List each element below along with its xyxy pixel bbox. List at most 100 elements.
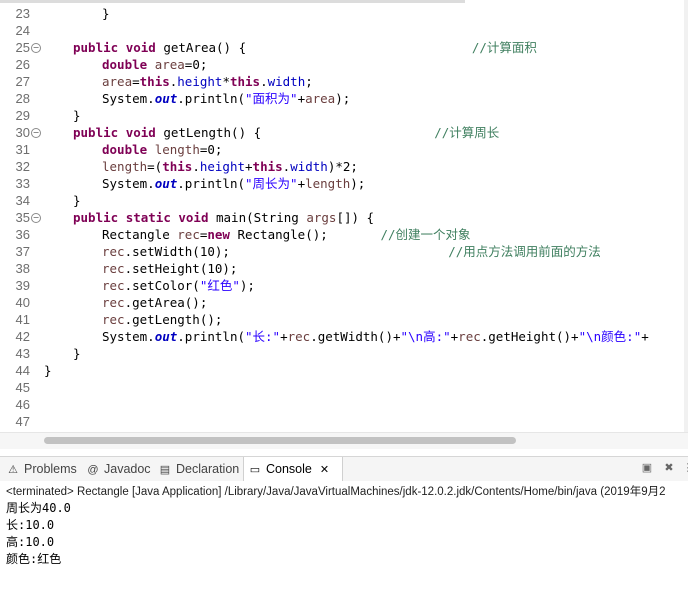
code-line[interactable]: 31 double length=0; xyxy=(0,141,688,158)
code-line[interactable]: 25− public void getArea() { //计算面积 xyxy=(0,39,688,56)
tab-label: Problems xyxy=(24,462,77,476)
vertical-scrollbar[interactable] xyxy=(684,0,688,432)
code-token: length xyxy=(154,142,200,157)
code-text: rec.setColor("红色"); xyxy=(102,277,255,294)
code-text: } xyxy=(44,362,52,379)
code-token: + xyxy=(297,91,306,106)
code-text: } xyxy=(73,107,81,124)
code-line[interactable]: 44} xyxy=(0,362,688,379)
fold-toggle-icon[interactable]: − xyxy=(31,213,41,223)
code-text: area=this.height*this.width; xyxy=(102,73,313,90)
code-line[interactable]: 24 xyxy=(0,22,688,39)
code-line[interactable]: 23} xyxy=(0,5,688,22)
code-token: + xyxy=(280,329,288,344)
tab-problems[interactable]: ⚠ Problems xyxy=(6,457,82,481)
code-line[interactable]: 46 xyxy=(0,396,688,413)
code-line[interactable]: 33 System.out.println("周长为"+length); xyxy=(0,175,688,192)
code-token: * xyxy=(222,74,230,89)
problems-icon: ⚠ xyxy=(8,464,18,476)
code-line[interactable]: 35− public static void main(String args[]… xyxy=(0,209,688,226)
more-icon[interactable]: ⋮ xyxy=(681,461,688,475)
code-line[interactable]: 34} xyxy=(0,192,688,209)
code-text: public void getLength() { //计算周长 xyxy=(73,124,499,141)
declaration-icon: ▤ xyxy=(159,464,171,476)
close-icon[interactable]: ✕ xyxy=(320,464,329,476)
code-token: ); xyxy=(335,91,351,106)
code-token: rec xyxy=(102,312,125,327)
code-text: rec.getLength(); xyxy=(102,311,222,328)
code-token: } xyxy=(102,6,110,21)
code-token: =0; xyxy=(199,142,223,157)
fold-toggle-icon[interactable]: − xyxy=(31,43,41,53)
line-number: 35 xyxy=(15,210,30,225)
line-number: 46 xyxy=(15,397,30,412)
code-editor[interactable]: 23} 24 25− public void getArea() { //计算面积 26… xyxy=(0,0,688,450)
code-line[interactable]: 40 rec.getArea(); xyxy=(0,294,688,311)
code-token: //用点方法调用前面的方法 xyxy=(448,244,601,259)
code-token: .getHeight()+ xyxy=(480,329,579,344)
code-token: = xyxy=(132,74,140,89)
code-line[interactable]: 36 Rectangle rec=new Rectangle(); //创建一个对… xyxy=(0,226,688,243)
code-token: args xyxy=(306,210,337,225)
code-token: "\n颜色:" xyxy=(578,329,642,344)
code-token: "面积为" xyxy=(245,91,298,106)
terminate-icon[interactable]: ✖ xyxy=(662,461,676,475)
fold-toggle-icon[interactable]: − xyxy=(31,128,41,138)
code-token: Rectangle(); xyxy=(229,227,381,242)
code-line[interactable]: 45 xyxy=(0,379,688,396)
code-line[interactable]: 42 System.out.println("长:"+rec.getWidth()… xyxy=(0,328,688,345)
code-token: //创建一个对象 xyxy=(380,227,471,242)
code-line[interactable]: 28 System.out.println("面积为"+area); xyxy=(0,90,688,107)
code-token: rec xyxy=(102,278,125,293)
code-token: this xyxy=(252,159,283,174)
code-line[interactable]: 37 rec.setWidth(10); //用点方法调用前面的方法 xyxy=(0,243,688,260)
line-number: 36 xyxy=(15,227,30,242)
code-text: } xyxy=(102,5,110,22)
code-token: ; xyxy=(305,74,313,89)
code-token: System. xyxy=(102,176,155,191)
code-line[interactable]: 39 rec.setColor("红色"); xyxy=(0,277,688,294)
horizontal-scrollbar[interactable] xyxy=(0,432,688,449)
code-line[interactable]: 38 rec.setHeight(10); xyxy=(0,260,688,277)
code-token: . xyxy=(260,74,268,89)
tab-console[interactable]: ▭ Console ✕ xyxy=(243,457,343,482)
code-token: "周长为" xyxy=(245,176,298,191)
code-text: rec.setHeight(10); xyxy=(102,260,237,277)
horizontal-scrollbar-thumb[interactable] xyxy=(44,437,516,444)
code-line[interactable]: 26 double area=0; xyxy=(0,56,688,73)
code-token: this xyxy=(229,74,261,89)
code-line[interactable]: 47 xyxy=(0,413,688,430)
code-token: .getLength(); xyxy=(124,312,223,327)
code-line[interactable]: 43} xyxy=(0,345,688,362)
line-number: 24 xyxy=(15,23,30,38)
console-view[interactable]: <terminated> Rectangle [Java Application… xyxy=(0,481,688,593)
code-text: rec.getArea(); xyxy=(102,294,207,311)
code-line[interactable]: 30− public void getLength() { //计算周长 xyxy=(0,124,688,141)
line-number: 33 xyxy=(15,176,30,191)
tab-declaration[interactable]: ▤ Declaration xyxy=(158,457,240,481)
clear-console-icon[interactable]: ▣ xyxy=(640,461,654,475)
code-token: .getArea(); xyxy=(124,295,208,310)
code-token: out xyxy=(154,176,178,191)
line-number: 42 xyxy=(15,329,30,344)
code-token: "\n高:" xyxy=(400,329,451,344)
tab-javadoc[interactable]: @ Javadoc xyxy=(86,457,154,481)
code-line[interactable]: 27 area=this.height*this.width; xyxy=(0,73,688,90)
code-token: + xyxy=(245,159,253,174)
code-line[interactable]: 41 rec.getLength(); xyxy=(0,311,688,328)
code-line[interactable]: 29} xyxy=(0,107,688,124)
code-text: public void getArea() { //计算面积 xyxy=(73,39,537,56)
code-text: } xyxy=(73,192,81,209)
code-line[interactable]: 32 length=(this.height+this.width)*2; xyxy=(0,158,688,175)
line-number: 41 xyxy=(15,312,30,327)
code-token: public xyxy=(73,125,119,140)
code-token: "红色" xyxy=(199,278,240,293)
line-number: 34 xyxy=(15,193,30,208)
line-number: 27 xyxy=(15,74,30,89)
code-token: rec xyxy=(102,244,125,259)
code-token: area xyxy=(154,57,185,72)
code-token: =0; xyxy=(184,57,208,72)
